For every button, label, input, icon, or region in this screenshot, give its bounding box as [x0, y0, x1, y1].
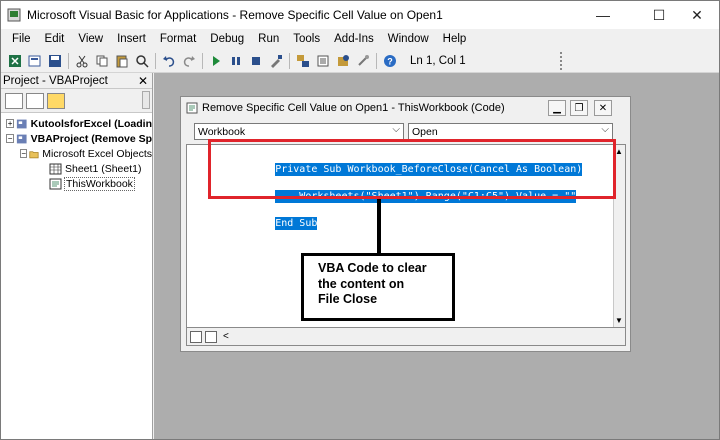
full-module-view-button[interactable]	[205, 330, 217, 343]
menu-format[interactable]: Format	[153, 33, 203, 45]
tree-node-vbaproject[interactable]: − VBAProject (Remove Sp	[1, 131, 152, 146]
tree-node-kutools[interactable]: + KutoolsforExcel (Loadin	[1, 116, 152, 131]
project-explorer-icon[interactable]	[293, 51, 313, 71]
tree-node-label: KutoolsforExcel (Loadin	[30, 117, 152, 130]
tree-node-excel-objects[interactable]: − Microsoft Excel Objects	[1, 146, 152, 161]
reset-icon[interactable]	[246, 51, 266, 71]
copy-icon[interactable]	[92, 51, 112, 71]
redo-icon[interactable]	[179, 51, 199, 71]
tree-node-sheet1[interactable]: Sheet1 (Sheet1)	[1, 161, 152, 176]
standard-toolbar: ? Ln 1, Col 1	[1, 49, 719, 73]
vba-project-icon	[17, 119, 27, 128]
help-icon[interactable]: ?	[380, 51, 400, 71]
code-line: End Sub	[275, 216, 318, 230]
sheet-icon	[49, 163, 62, 174]
view-object-icon[interactable]	[26, 92, 44, 109]
scroll-up-icon[interactable]: ▲	[615, 147, 623, 156]
object-combo[interactable]: Workbook ⌵	[194, 123, 404, 140]
code-highlight-box	[208, 139, 616, 199]
toolbox-icon[interactable]	[353, 51, 373, 71]
menu-tools[interactable]: Tools	[286, 33, 327, 45]
project-explorer-title: Project - VBAProject	[3, 74, 108, 87]
procedure-combo-value: Open	[412, 125, 438, 138]
annotation-line-2: the content on	[318, 276, 405, 291]
properties-icon[interactable]	[313, 51, 333, 71]
vba-project-icon	[17, 134, 27, 143]
chevron-down-icon[interactable]: ⌵	[392, 124, 400, 135]
close-button[interactable]: ✕	[675, 1, 719, 29]
callout-connector	[377, 199, 381, 253]
collapse-icon[interactable]: −	[20, 149, 28, 158]
chevron-down-icon[interactable]: ⌵	[601, 124, 609, 135]
code-window-bottom-bar: <	[186, 328, 626, 346]
toolbar-separator	[289, 52, 290, 69]
close-icon[interactable]: ✕	[136, 74, 150, 88]
tree-node-label: Microsoft Excel Objects	[42, 147, 152, 160]
workbook-icon	[49, 178, 62, 189]
view-code-icon[interactable]	[5, 92, 23, 109]
paste-icon[interactable]	[112, 51, 132, 71]
project-explorer-pane: Project - VBAProject ✕ + KutoolsforExcel…	[1, 73, 153, 439]
excel-icon[interactable]	[5, 51, 25, 71]
vba-app-icon	[7, 8, 21, 22]
scroll-left-icon[interactable]: <	[223, 331, 229, 342]
minimize-button[interactable]: —	[581, 1, 625, 29]
annotation-callout: VBA Code to clear the content on File Cl…	[301, 253, 455, 321]
undo-icon[interactable]	[159, 51, 179, 71]
project-explorer-toolbar	[1, 89, 152, 113]
menu-file[interactable]: File	[5, 33, 38, 45]
insert-module-icon[interactable]	[25, 51, 45, 71]
toolbar-separator	[68, 52, 69, 69]
tree-node-label: VBAProject (Remove Sp	[30, 132, 152, 145]
title-bar[interactable]: Microsoft Visual Basic for Applications …	[1, 1, 719, 29]
cursor-position-label: Ln 1, Col 1	[410, 54, 466, 67]
toolbar-separator	[202, 52, 203, 69]
break-icon[interactable]	[226, 51, 246, 71]
menu-bar: File Edit View Insert Format Debug Run T…	[1, 29, 719, 49]
cut-icon[interactable]	[72, 51, 92, 71]
code-window-title: Remove Specific Cell Value on Open1 - Th…	[202, 102, 505, 114]
close-button[interactable]: ✕	[594, 100, 612, 116]
menu-view[interactable]: View	[71, 33, 110, 45]
save-icon[interactable]	[45, 51, 65, 71]
object-browser-icon[interactable]	[333, 51, 353, 71]
toggle-folders-icon[interactable]	[47, 92, 65, 109]
menu-edit[interactable]: Edit	[38, 33, 72, 45]
folder-icon	[29, 150, 39, 158]
collapse-icon[interactable]: −	[6, 134, 15, 143]
menu-insert[interactable]: Insert	[110, 33, 153, 45]
menu-add-ins[interactable]: Add-Ins	[327, 33, 381, 45]
tree-node-label: Sheet1 (Sheet1)	[65, 162, 142, 175]
annotation-line-1: VBA Code to clear	[318, 261, 427, 275]
toolbar-separator	[376, 52, 377, 69]
toolbar-grip[interactable]	[560, 51, 566, 70]
annotation-line-3: File Close	[318, 292, 378, 306]
design-mode-icon[interactable]	[266, 51, 286, 71]
project-scrollbar[interactable]	[142, 91, 150, 109]
object-combo-value: Workbook	[198, 125, 246, 138]
tree-node-thisworkbook[interactable]: ThisWorkbook	[1, 176, 152, 191]
tree-node-label: ThisWorkbook	[64, 176, 135, 191]
expand-icon[interactable]: +	[6, 119, 15, 128]
procedure-combo[interactable]: Open ⌵	[408, 123, 613, 140]
vba-editor-window: Microsoft Visual Basic for Applications …	[0, 0, 720, 440]
menu-window[interactable]: Window	[381, 33, 436, 45]
menu-debug[interactable]: Debug	[203, 33, 251, 45]
project-explorer-header: Project - VBAProject ✕	[1, 73, 152, 89]
toolbar-separator	[155, 52, 156, 69]
minimize-button[interactable]: ▁	[548, 100, 566, 116]
window-title: Microsoft Visual Basic for Applications …	[27, 8, 443, 22]
code-window-title-bar[interactable]: Remove Specific Cell Value on Open1 - Th…	[181, 97, 630, 119]
restore-button[interactable]: ❐	[570, 100, 588, 116]
code-window-icon	[186, 102, 198, 114]
svg-text:?: ?	[387, 56, 393, 66]
find-icon[interactable]	[132, 51, 152, 71]
procedure-view-button[interactable]	[190, 330, 202, 343]
menu-run[interactable]: Run	[251, 33, 286, 45]
run-icon[interactable]	[206, 51, 226, 71]
menu-help[interactable]: Help	[436, 33, 474, 45]
project-tree: + KutoolsforExcel (Loadin − VBAProject (…	[1, 113, 152, 191]
scroll-down-icon[interactable]: ▼	[615, 316, 623, 325]
